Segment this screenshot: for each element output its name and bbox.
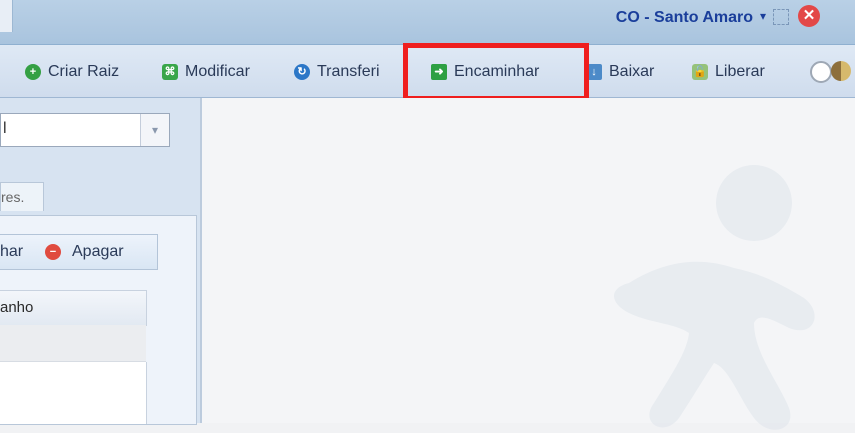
branch-selector-label[interactable]: CO - Santo Amaro: [616, 9, 753, 27]
tab-res[interactable]: res.: [0, 182, 44, 211]
table-row[interactable]: [0, 325, 146, 362]
modificar-label: Modificar: [185, 63, 250, 80]
tree-icon: ⌘: [162, 64, 178, 80]
empty-circle-icon[interactable]: [810, 61, 832, 83]
partial-toolbar-button[interactable]: har: [0, 243, 23, 261]
baixar-label: Baixar: [609, 63, 655, 80]
chevron-down-icon[interactable]: ▾: [140, 114, 169, 146]
close-icon[interactable]: ✕: [798, 5, 820, 27]
status-circles[interactable]: [810, 61, 855, 83]
inner-panel: har − Apagar anho: [0, 215, 197, 425]
main-content-area: [202, 98, 855, 430]
delete-icon[interactable]: −: [45, 244, 61, 260]
layout-grid-icon[interactable]: [773, 9, 789, 25]
table-row[interactable]: [0, 362, 147, 424]
left-panel: l ▾ res. har − Apagar anho: [0, 98, 202, 425]
liberar-label: Liberar: [715, 63, 765, 80]
filter-select-value: l: [3, 120, 7, 137]
apagar-button[interactable]: Apagar: [72, 243, 124, 261]
transferir-label: Transferi: [317, 63, 380, 80]
mascot-watermark-icon: [614, 165, 815, 430]
chevron-down-icon[interactable]: ▾: [760, 9, 766, 23]
column-header[interactable]: anho: [0, 290, 147, 326]
top-bar: CO - Santo Amaro ▾ ✕: [0, 0, 855, 45]
inner-toolbar: har − Apagar: [0, 234, 158, 270]
top-left-tab-edge: [0, 0, 13, 32]
transferir-button[interactable]: ↻ Transferi: [294, 63, 380, 81]
unlock-icon: 🔓: [692, 64, 708, 80]
half-circle-icon[interactable]: [831, 61, 851, 81]
encaminhar-highlight-box: [403, 43, 589, 101]
modificar-button[interactable]: ⌘ Modificar: [162, 63, 250, 81]
plus-circle-icon: +: [25, 64, 41, 80]
transfer-icon: ↻: [294, 64, 310, 80]
liberar-button[interactable]: 🔓 Liberar: [692, 63, 765, 81]
baixar-button[interactable]: ↓ Baixar: [586, 63, 654, 81]
criar-raiz-button[interactable]: + Criar Raiz: [25, 63, 119, 81]
criar-raiz-label: Criar Raiz: [48, 63, 120, 80]
filter-select[interactable]: l ▾: [0, 113, 170, 147]
